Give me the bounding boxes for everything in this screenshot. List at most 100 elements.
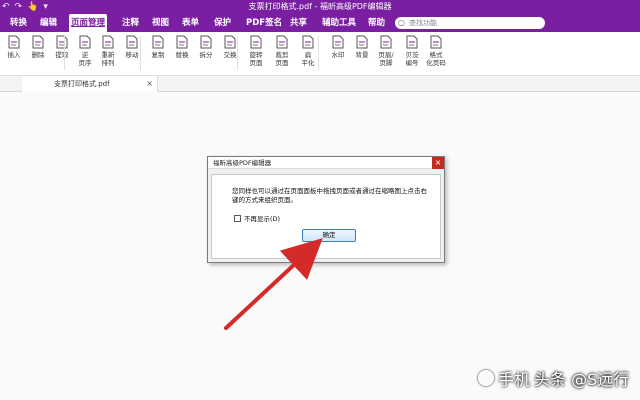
checkbox-box[interactable] <box>234 214 241 222</box>
ribbon-tool-label: 裁剪 <box>275 51 289 59</box>
ribbon-tool-crop-page[interactable]: 裁剪 页面 <box>270 35 294 67</box>
ok-button[interactable]: 确定 <box>302 229 356 242</box>
menu-convert[interactable]: 转换 <box>8 14 29 32</box>
ribbon-tool-label: 背景 <box>355 51 369 59</box>
ribbon-tool-reverse-order[interactable]: 逆页序 <box>73 35 97 67</box>
ribbon-tool-label: 插入 <box>7 51 21 59</box>
dialog-title-bar: 福昕高级PDF编辑器 × <box>208 157 444 169</box>
swap-page-icon <box>224 35 236 49</box>
menu-help[interactable]: 帮助 <box>366 14 387 32</box>
split-page-icon <box>200 35 212 49</box>
insert-page-icon <box>8 35 20 49</box>
ribbon-tool-label: 复制 <box>151 51 165 59</box>
ribbon-tool-format-page-number[interactable]: 格式 化页码 <box>424 35 448 67</box>
crop-page-icon <box>276 35 288 49</box>
ribbon-tool-background[interactable]: 背景 <box>350 35 374 59</box>
document-tab-strip: 支票打印格式.pdf × <box>0 76 640 92</box>
ribbon-tool-watermark[interactable]: 水印 <box>326 35 350 59</box>
format-page-number-icon <box>430 35 442 49</box>
ribbon-tool-extract-page[interactable]: 提取 <box>50 35 74 59</box>
ribbon-tool-label: 扁 <box>304 51 312 59</box>
ribbon-tool-rearrange[interactable]: 重新 排列 <box>96 35 120 67</box>
ribbon-tool-label: 格式 <box>429 51 443 59</box>
ribbon-tool-insert-page[interactable]: 插入 <box>2 35 26 59</box>
menu-pdf-sign[interactable]: PDF签名 <box>244 14 284 32</box>
checkbox-label: 不再显示(D) <box>244 215 281 223</box>
ribbon-tool-label-line2: 平化 <box>301 59 315 67</box>
replace-page-icon <box>176 35 188 49</box>
ribbon-tool-label-line2: 化页码 <box>426 59 446 67</box>
document-tab[interactable]: 支票打印格式.pdf × <box>22 76 158 92</box>
ribbon-tool-label-line2: 编号 <box>405 59 419 67</box>
dialog-body: 您同样也可以通过在页面面板中拖拽页面或者通过在缩略图上点击右键的方式来组织页面。… <box>211 174 441 259</box>
header-footer-icon <box>380 35 392 49</box>
ribbon-tool-label: 删除 <box>31 51 45 59</box>
ribbon-tool-split-page[interactable]: 拆分 <box>194 35 218 59</box>
ribbon-tool-rotate-page[interactable]: 旋转 页面 <box>244 35 268 67</box>
flatten-icon <box>302 35 314 49</box>
menu-page-management[interactable]: 页面管理 <box>69 14 108 32</box>
ribbon-tool-label: 替换 <box>175 51 189 59</box>
ribbon-tool-delete-page[interactable]: 删除 <box>26 35 50 59</box>
ribbon-tool-copy-page[interactable]: 复制 <box>146 35 170 59</box>
menu-protect[interactable]: 保护 <box>212 14 233 32</box>
watermark: 手机 头条 @S远行 <box>478 366 629 390</box>
ribbon-tool-label-line2: 页序 <box>78 59 92 67</box>
ribbon-separator <box>237 36 238 70</box>
ribbon-tool-label: 贝茨 <box>405 51 419 59</box>
search-input[interactable]: ○ 查找功能 <box>395 17 545 29</box>
close-tab-icon[interactable]: × <box>146 76 153 92</box>
window-title: 支票打印格式.pdf - 福昕高级PDF编辑器 <box>248 2 392 11</box>
ribbon-tool-label: 拆分 <box>199 51 213 59</box>
bates-number-icon <box>406 35 418 49</box>
ribbon-tool-swap-page[interactable]: 交换 <box>218 35 242 59</box>
watermark-text: 头条 @S远行 <box>534 370 630 389</box>
rotate-page-icon <box>250 35 262 49</box>
ribbon-tool-replace-page[interactable]: 替换 <box>170 35 194 59</box>
ribbon-tool-label-line2: 页面 <box>249 59 263 67</box>
document-tab-label: 支票打印格式.pdf <box>54 80 110 88</box>
ribbon-tool-label-line2: 页面 <box>275 59 289 67</box>
move-page-icon <box>126 35 138 49</box>
menu-form[interactable]: 表单 <box>180 14 201 32</box>
ribbon-tool-label: 提取 <box>55 51 69 59</box>
extract-page-icon <box>56 35 68 49</box>
info-dialog: 福昕高级PDF编辑器 × 您同样也可以通过在页面面板中拖拽页面或者通过在缩略图上… <box>207 156 445 263</box>
ribbon-tool-label: 交换 <box>223 51 237 59</box>
menu-share[interactable]: 共享 <box>288 14 309 32</box>
ribbon-tool-flatten[interactable]: 扁平化 <box>296 35 320 67</box>
title-bar: ↶ ↷ 👆 ▾ 支票打印格式.pdf - 福昕高级PDF编辑器 <box>0 0 640 14</box>
search-placeholder: 查找功能 <box>409 19 437 27</box>
menu-bar: 转换 编辑 页面管理 注释 视图 表单 保护 PDF签名 共享 辅助工具 帮助 … <box>0 14 640 32</box>
rearrange-icon <box>102 35 114 49</box>
dialog-close-button[interactable]: × <box>432 157 444 169</box>
ribbon-toolbar: 插入 删除 提取逆页序 重新 排列 移动 复制 替换 拆分 交换 旋转 页面 裁剪 页面扁平化 水印 背景 页眉… <box>0 32 640 76</box>
menu-view[interactable]: 视图 <box>150 14 171 32</box>
menu-comment[interactable]: 注释 <box>120 14 141 32</box>
ribbon-tool-label: 逆 <box>81 51 89 59</box>
ribbon-tool-label: 重新 <box>101 51 115 59</box>
background-icon <box>356 35 368 49</box>
watermark-logo-icon <box>478 370 494 386</box>
search-icon: ○ <box>398 18 405 27</box>
menu-edit[interactable]: 编辑 <box>38 14 59 32</box>
ribbon-separator <box>64 36 65 70</box>
ribbon-tool-label: 旋转 <box>249 51 263 59</box>
menu-accessibility[interactable]: 辅助工具 <box>320 14 358 32</box>
ribbon-tool-label-line2: 页脚 <box>379 59 393 67</box>
dont-show-again-checkbox[interactable]: 不再显示(D) <box>234 213 280 223</box>
watermark-icon <box>332 35 344 49</box>
ribbon-tool-label: 水印 <box>331 51 345 59</box>
ribbon-separator <box>140 36 141 70</box>
copy-page-icon <box>152 35 164 49</box>
ribbon-tool-bates-number[interactable]: 贝茨 编号 <box>400 35 424 67</box>
reverse-order-icon <box>79 35 91 49</box>
ribbon-tool-header-footer[interactable]: 页眉/页脚 <box>374 35 398 67</box>
dialog-title: 福昕高级PDF编辑器 <box>213 159 272 167</box>
watermark-prefix: 手机 <box>498 370 531 389</box>
ribbon-separator <box>318 36 319 70</box>
delete-page-icon <box>32 35 44 49</box>
dialog-message: 您同样也可以通过在页面面板中拖拽页面或者通过在缩略图上点击右键的方式来组织页面。 <box>232 187 427 204</box>
ribbon-tool-label-line2: 排列 <box>101 59 115 67</box>
ribbon-tool-label: 页眉/ <box>378 51 394 59</box>
